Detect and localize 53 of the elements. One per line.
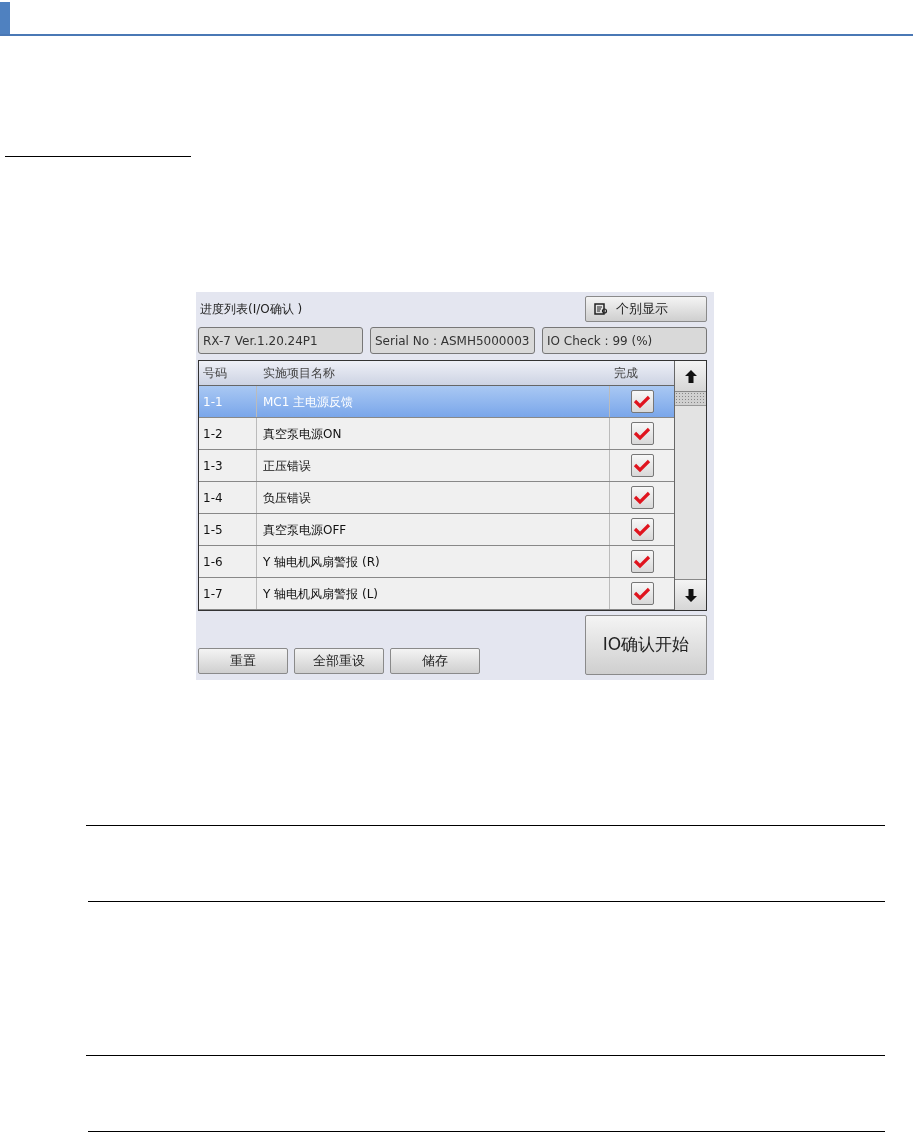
info-field: RX-7 Ver.1.20.24P1 [198, 327, 363, 354]
column-header: 完成 [613, 365, 639, 382]
table-row[interactable]: 1-3 正压错误 [199, 450, 674, 482]
table-cell: 1-5 [199, 514, 257, 545]
action-button[interactable]: 重置 [198, 648, 288, 674]
checkbox[interactable] [630, 518, 654, 541]
action-button[interactable]: 全部重设 [294, 648, 384, 674]
table-row[interactable]: 1-5 真空泵电源OFF [199, 514, 674, 546]
view-button[interactable]: 个别显示 [585, 295, 707, 322]
scroll-thumb[interactable] [675, 392, 706, 406]
checkmark-icon [633, 522, 651, 537]
table-cell: 负压错误 [257, 482, 610, 513]
info-field: IO Check : 99 (%) [542, 327, 707, 354]
scrollbar[interactable] [674, 361, 706, 610]
checkbox[interactable] [630, 486, 654, 509]
table-cell: Y 轴电机风扇警报 (L) [257, 578, 610, 609]
document-search-icon [594, 302, 608, 315]
checkmark-icon [633, 586, 651, 601]
table-row[interactable]: 1-4 负压错误 [199, 482, 674, 514]
checkbox[interactable] [630, 550, 654, 573]
table-cell: 真空泵电源OFF [257, 514, 610, 545]
table-cell: 1-4 [199, 482, 257, 513]
checkmark-icon [633, 394, 651, 409]
table-cell: 1-1 [199, 386, 257, 417]
table-row[interactable]: 1-7 Y 轴电机风扇警报 (L) [199, 578, 674, 610]
table-cell: Y 轴电机风扇警报 (R) [257, 546, 610, 577]
scroll-up-button[interactable] [675, 361, 706, 392]
table-cell: 1-3 [199, 450, 257, 481]
table-cell: 1-6 [199, 546, 257, 577]
table-row[interactable]: 1-6 Y 轴电机风扇警报 (R) [199, 546, 674, 578]
checkmark-icon [633, 554, 651, 569]
checkmark-icon [633, 458, 651, 473]
table-cell: 1-7 [199, 578, 257, 609]
table-cell: 真空泵电源ON [257, 418, 610, 449]
column-header: 号码 [202, 365, 228, 382]
panel-title: 进度列表(I/O确认 ) [200, 300, 303, 318]
checkmark-icon [633, 426, 651, 441]
table-cell: 正压错误 [257, 450, 610, 481]
table-row[interactable]: 1-2 真空泵电源ON [199, 418, 674, 450]
action-button[interactable]: 储存 [390, 648, 480, 674]
arrow-down-icon [684, 588, 697, 602]
table-cell: MC1 主电源反馈 [257, 386, 610, 417]
checkbox[interactable] [630, 390, 654, 413]
arrow-up-icon [684, 369, 697, 383]
start-button[interactable]: IO确认开始 [585, 615, 707, 675]
checkbox[interactable] [630, 582, 654, 605]
checkmark-icon [633, 490, 651, 505]
scroll-down-button[interactable] [675, 579, 706, 610]
checkbox[interactable] [630, 422, 654, 445]
info-field: Serial No : ASMH5000003 [370, 327, 535, 354]
table-cell: 1-2 [199, 418, 257, 449]
column-header: 实施项目名称 [262, 365, 336, 382]
checkbox[interactable] [630, 454, 654, 477]
